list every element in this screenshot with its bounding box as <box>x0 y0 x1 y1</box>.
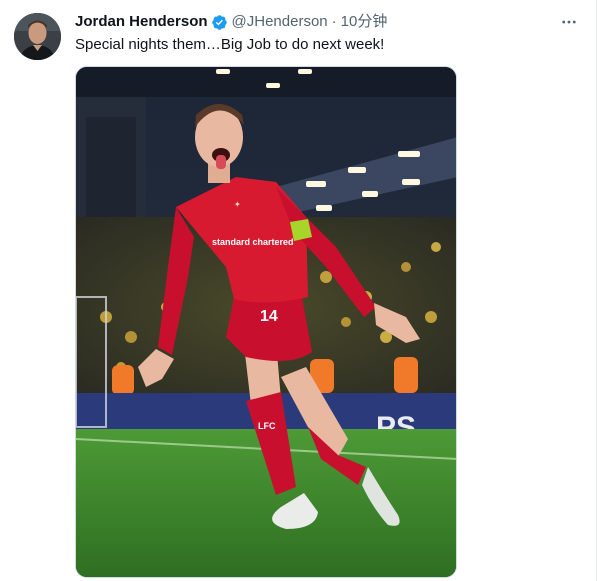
tweet-timestamp[interactable]: 10分钟 <box>341 12 388 32</box>
separator-dot: · <box>331 13 337 30</box>
author-handle[interactable]: @JHenderson <box>232 12 328 32</box>
verified-badge-icon <box>211 14 227 30</box>
svg-text:✦: ✦ <box>234 200 241 209</box>
profile-photo-icon <box>14 13 61 60</box>
tweet-photo[interactable]: PS ✦ standard chartered 14 LFC <box>75 66 457 578</box>
shirt-number: 14 <box>260 308 278 325</box>
celebrating-player-photo: PS ✦ standard chartered 14 LFC <box>76 67 456 577</box>
more-dots-icon <box>562 20 576 24</box>
sock-badge: LFC <box>258 421 276 431</box>
more-options-button[interactable] <box>556 10 582 34</box>
tweet-header: Jordan Henderson @JHenderson · 10分钟 <box>75 12 387 32</box>
author-display-name[interactable]: Jordan Henderson <box>75 12 208 32</box>
tweet-card[interactable]: Jordan Henderson @JHenderson · 10分钟 Spec… <box>0 0 597 581</box>
sponsor-text: standard chartered <box>212 237 294 247</box>
tweet-text: Special nights them…Big Job to do next w… <box>75 36 385 53</box>
author-avatar[interactable] <box>14 13 61 60</box>
